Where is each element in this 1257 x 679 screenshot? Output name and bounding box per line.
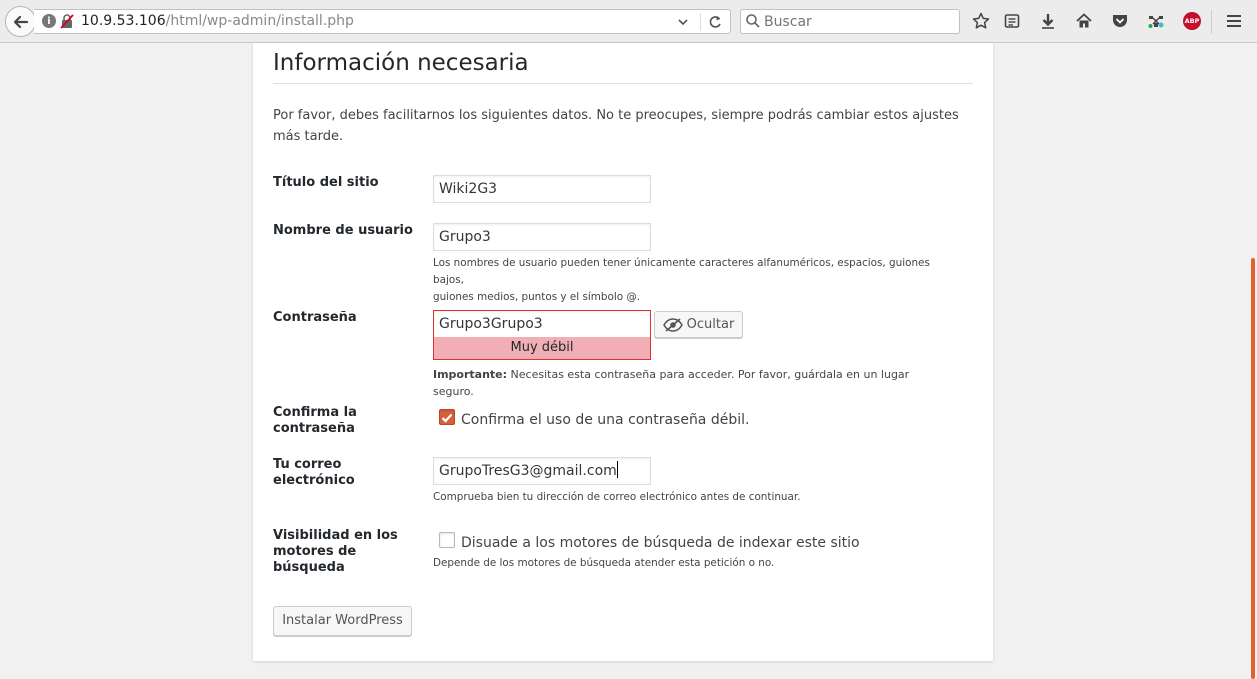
install-form-card: Información necesaria Por favor, debes f… — [253, 43, 993, 661]
page-scrollbar[interactable] — [1249, 43, 1257, 679]
search-bar[interactable] — [740, 9, 960, 34]
eye-slash-icon — [662, 317, 683, 332]
reload-icon[interactable] — [707, 12, 723, 32]
intro-text: Por favor, debes facilitarnos los siguie… — [273, 108, 959, 144]
scrollbar-thumb[interactable] — [1251, 258, 1255, 679]
confirm-weak-password-checkbox[interactable] — [439, 409, 455, 425]
chevron-down-icon[interactable] — [677, 13, 689, 31]
extension-icon[interactable] — [1146, 11, 1166, 31]
back-arrow-icon — [13, 15, 28, 28]
email-input[interactable]: GrupoTresG3@gmail.com — [433, 457, 651, 485]
password-note-bold: Importante: — [433, 368, 508, 381]
text-cursor — [616, 461, 618, 478]
url-text[interactable]: 10.9.53.106/html/wp-admin/install.php — [81, 13, 354, 29]
visibility-hint: Depende de los motores de búsqueda atend… — [433, 557, 775, 569]
heading-divider — [273, 83, 973, 84]
email-value: GrupoTresG3@gmail.com — [439, 463, 617, 479]
hide-password-label: Ocultar — [686, 317, 735, 332]
hide-password-button[interactable]: Ocultar — [654, 311, 743, 338]
username-hint-line2: guiones medios, puntos y el símbolo @. — [433, 291, 641, 303]
insecure-lock-icon[interactable] — [60, 14, 74, 29]
hamburger-menu-icon[interactable] — [1224, 11, 1244, 31]
confirm-weak-password-label[interactable]: Confirma el uso de una contraseña débil. — [461, 412, 749, 428]
checkmark-icon — [441, 413, 453, 423]
pocket-icon[interactable] — [1110, 11, 1130, 31]
site-title-input[interactable]: Wiki2G3 — [433, 175, 651, 203]
username-hint-line1: Los nombres de usuario pueden tener únic… — [433, 257, 930, 286]
back-button[interactable] — [5, 6, 36, 37]
info-icon[interactable]: i — [42, 14, 56, 28]
email-label: Tu correo electrónico — [273, 457, 413, 489]
bookmark-star-icon[interactable] — [971, 11, 991, 31]
confirm-password-label: Confirma la contraseña — [273, 405, 413, 437]
email-label-line1: Tu correo — [273, 457, 342, 472]
toolbar-separator — [1211, 10, 1212, 34]
password-label: Contraseña — [273, 310, 357, 325]
url-bar[interactable]: i 10.9.53.106/html/wp-admin/install.php — [34, 9, 731, 34]
confirm-label-line1: Confirma la — [273, 405, 357, 420]
password-note: Importante: Necesitas esta contraseña pa… — [433, 366, 953, 400]
adblock-icon[interactable]: ABP — [1183, 12, 1201, 30]
discourage-search-engines-checkbox[interactable] — [439, 532, 455, 548]
username-hint: Los nombres de usuario pueden tener únic… — [433, 255, 953, 306]
site-title-label: Título del sitio — [273, 175, 379, 190]
email-hint: Comprueba bien tu dirección de correo el… — [433, 491, 801, 503]
visibility-label-line2: motores de — [273, 544, 357, 559]
visibility-label-line3: búsqueda — [273, 560, 345, 575]
url-separator — [700, 13, 701, 31]
search-icon — [746, 14, 760, 28]
password-input[interactable]: Grupo3Grupo3 — [433, 310, 651, 338]
discourage-search-engines-label[interactable]: Disuade a los motores de búsqueda de ind… — [461, 535, 860, 551]
download-icon[interactable] — [1038, 11, 1058, 31]
email-label-line2: electrónico — [273, 473, 355, 488]
reading-list-icon[interactable] — [1002, 11, 1022, 31]
install-wordpress-button[interactable]: Instalar WordPress — [273, 606, 412, 636]
username-label: Nombre de usuario — [273, 223, 413, 238]
search-input[interactable] — [764, 12, 954, 31]
confirm-label-line2: contraseña — [273, 421, 355, 436]
visibility-label-line1: Visibilidad en los — [273, 528, 398, 543]
url-host: 10.9.53.106 — [81, 13, 166, 29]
page-title: Información necesaria — [273, 50, 529, 76]
password-strength-meter: Muy débil — [433, 337, 651, 360]
url-path: /html/wp-admin/install.php — [165, 13, 354, 29]
browser-toolbar: i 10.9.53.106/html/wp-admin/install.php — [0, 0, 1257, 43]
username-input[interactable]: Grupo3 — [433, 223, 651, 251]
home-icon[interactable] — [1074, 11, 1094, 31]
visibility-label: Visibilidad en los motores de búsqueda — [273, 528, 413, 576]
